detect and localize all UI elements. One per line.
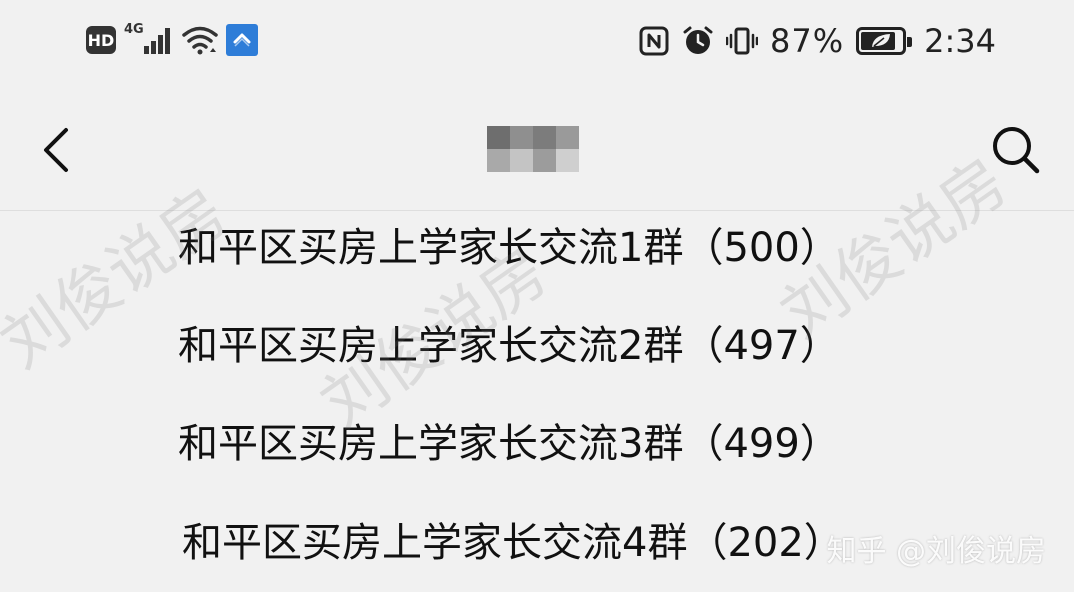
status-bar-right: 87% 2:34 [638, 22, 996, 60]
group-name: 和平区买房上学家长交流4群 [182, 520, 688, 566]
nfc-icon [639, 26, 669, 56]
group-member-count: （497） [683, 323, 840, 369]
back-button[interactable] [36, 124, 76, 176]
network-type-label: 4G [124, 22, 144, 37]
chevron-left-icon [44, 128, 68, 172]
signal-4g-icon: 4G [124, 22, 174, 56]
nav-bar [0, 90, 1074, 211]
battery-percent: 87% [770, 22, 845, 60]
group-name: 和平区买房上学家长交流2群 [178, 323, 684, 369]
group-list-item[interactable]: 和平区买房上学家长交流4群（202） [182, 503, 844, 583]
footer-watermark: 知乎 @刘俊说房 [826, 534, 1046, 569]
group-list-item[interactable]: 和平区买房上学家长交流2群（497） [178, 306, 840, 386]
vpn-icon [226, 24, 258, 56]
page-title [487, 126, 579, 172]
battery-icon [856, 27, 913, 55]
status-time: 2:34 [924, 22, 996, 60]
group-name: 和平区买房上学家长交流1群 [178, 225, 684, 271]
search-button[interactable] [990, 124, 1042, 176]
group-member-count: （500） [683, 225, 840, 271]
group-list-item[interactable]: 和平区买房上学家长交流3群（499） [178, 404, 840, 484]
vibrate-icon [726, 27, 759, 55]
group-list-item[interactable]: 和平区买房上学家长交流1群（500） [178, 208, 840, 288]
status-bar: HD 4G 87% 2:34 [0, 0, 1074, 90]
search-icon [993, 127, 1040, 174]
group-name: 和平区买房上学家长交流3群 [178, 421, 684, 467]
group-member-count: （499） [683, 421, 840, 467]
group-member-count: （202） [687, 520, 844, 566]
alarm-icon [683, 26, 713, 54]
status-bar-left: HD 4G [86, 22, 258, 56]
hd-icon: HD [86, 26, 116, 54]
wifi-icon [182, 26, 218, 55]
